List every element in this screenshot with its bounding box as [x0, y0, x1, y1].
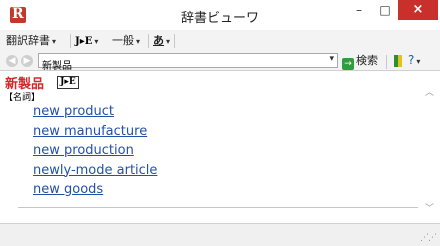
- close-button[interactable]: ×: [398, 0, 438, 20]
- dictionary-menu-label: 翻訳辞書: [6, 34, 50, 47]
- toolbar-divider: [148, 34, 149, 48]
- direction-menu[interactable]: J▸E ▾: [75, 33, 98, 49]
- forward-arrow-icon[interactable]: ▶: [21, 55, 33, 67]
- field-menu-label: 一般: [112, 34, 134, 47]
- content-divider: [18, 207, 418, 208]
- back-arrow-icon[interactable]: ◀: [6, 55, 18, 67]
- field-menu[interactable]: 一般 ▾: [112, 33, 140, 49]
- font-menu-label: あ: [153, 34, 164, 47]
- dictionary-viewer-window: R 辞書ビューワ – □ × 翻訳辞書▾ J▸E▾ 一般▾ あ▾ ◀ ▶ ▾: [0, 0, 440, 246]
- entry-content-pane[interactable]: 新製品 J▸E 【名詞】 new product new manufacture…: [0, 70, 440, 224]
- translation-link[interactable]: new goods: [33, 180, 157, 200]
- app-icon: R: [10, 6, 26, 23]
- chevron-down-icon: ▾: [416, 57, 421, 66]
- translation-list: new product new manufacture new producti…: [33, 102, 157, 200]
- font-menu[interactable]: あ ▾: [153, 33, 170, 49]
- menu-toolbar: 翻訳辞書 ▾ J▸E ▾ 一般 ▾ あ ▾: [0, 30, 440, 53]
- help-button[interactable]: ? ▾: [408, 53, 420, 67]
- translation-link[interactable]: new production: [33, 141, 157, 161]
- toolbar-divider: [386, 55, 387, 69]
- scroll-down-icon[interactable]: ﹀: [425, 201, 434, 214]
- search-toolbar: ◀ ▶ ▾ →検索 ?▾: [0, 52, 440, 71]
- chevron-down-icon: ▾: [136, 37, 141, 46]
- go-arrow-icon: →: [342, 58, 354, 70]
- search-field[interactable]: ▾: [38, 53, 338, 71]
- toolbar-divider: [174, 34, 175, 48]
- window-title: 辞書ビューワ: [180, 11, 259, 26]
- chevron-down-icon[interactable]: ▾: [329, 54, 334, 64]
- direction-menu-label: J▸E: [75, 36, 93, 47]
- resize-grip-icon[interactable]: ⋰⋰: [420, 233, 437, 243]
- translation-link[interactable]: newly-mode article: [33, 161, 157, 181]
- maximize-button[interactable]: □: [372, 0, 398, 20]
- title-bar[interactable]: R 辞書ビューワ – □ ×: [0, 0, 440, 30]
- scroll-up-icon[interactable]: ︿: [425, 85, 434, 98]
- search-button-label: 検索: [356, 54, 378, 67]
- entry-header: 新製品 J▸E: [5, 72, 79, 92]
- help-icon: ?: [408, 53, 415, 67]
- app-icon-letter: R: [12, 6, 24, 22]
- chevron-down-icon: ▾: [94, 37, 99, 46]
- bookmark-icon[interactable]: [393, 55, 403, 67]
- search-button[interactable]: → 検索: [342, 53, 378, 70]
- translation-link[interactable]: new manufacture: [33, 122, 157, 142]
- toolbar-divider: [70, 34, 71, 48]
- dictionary-menu[interactable]: 翻訳辞書 ▾: [6, 33, 56, 49]
- chevron-down-icon: ▾: [166, 37, 171, 46]
- status-bar: ⋰⋰: [0, 224, 440, 246]
- chevron-down-icon: ▾: [52, 37, 57, 46]
- dictionary-badge: J▸E: [57, 76, 79, 89]
- translation-link[interactable]: new product: [33, 102, 157, 122]
- minimize-button[interactable]: –: [346, 0, 372, 20]
